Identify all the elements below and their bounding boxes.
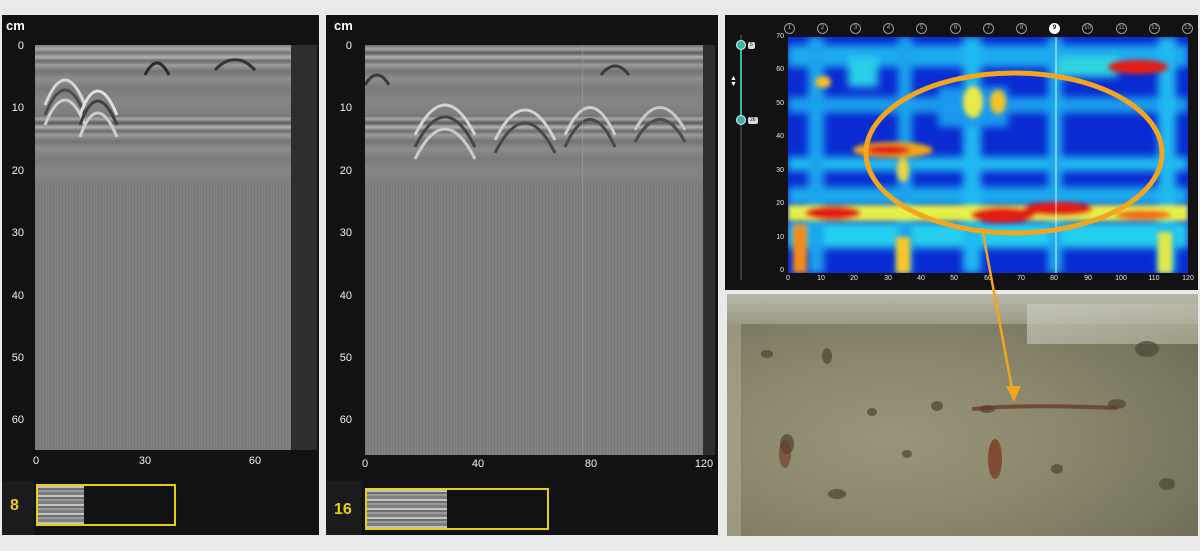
left-scan-panel: cm 0 10 20 30 40 50 60 0 30 60 [2,15,319,481]
heatmap-panel: 5 ▲ ▼ 26 1 2 3 4 5 6 7 8 9 10 11 12 13 70… [725,15,1198,290]
channel-9-button[interactable]: 9 [1049,23,1060,34]
channel-4-button[interactable]: 4 [883,23,894,34]
middle-radargram[interactable] [365,45,703,455]
left-scan-end-strip [291,45,317,450]
left-thumbnail-bar: 8 [2,481,319,535]
heatmap-plot[interactable] [788,37,1188,273]
heatmap-y-tick: 60 [776,66,784,73]
middle-thumbnail-bar: 16 [326,481,718,535]
left-scan-thumbnail[interactable] [36,484,176,526]
left-x-tick: 60 [248,455,262,467]
wall-photo [727,294,1198,536]
heatmap-x-tick: 60 [984,275,992,282]
heatmap-x-tick: 110 [1148,275,1160,282]
channel-3-button[interactable]: 3 [850,23,861,34]
middle-y-tick: 20 [339,165,352,177]
middle-y-tick: 50 [339,352,352,364]
heatmap-x-tick: 40 [917,275,925,282]
middle-y-tick: 10 [339,102,352,114]
left-scan-number: 8 [10,497,19,514]
left-y-tick: 30 [11,227,24,239]
heatmap-x-tick: 100 [1115,275,1127,282]
middle-y-tick: 60 [339,414,352,426]
heatmap-y-tick: 10 [776,234,784,241]
middle-x-tick: 120 [694,458,714,470]
depth-slider-arrows-icon[interactable]: ▲ ▼ [730,75,737,88]
middle-x-tick: 40 [471,458,485,470]
channel-11-button[interactable]: 11 [1116,23,1127,34]
left-x-tick: 30 [138,455,152,467]
channel-8-button[interactable]: 8 [1016,23,1027,34]
middle-y-tick: 30 [339,227,352,239]
channel-selector-row: 1 2 3 4 5 6 7 8 9 10 11 12 13 [725,15,1198,35]
middle-y-tick: 40 [339,290,352,302]
heatmap-y-tick: 0 [780,267,784,274]
middle-scan-end-strip [703,45,715,455]
heatmap-y-tick: 70 [776,33,784,40]
middle-scan-thumbnail[interactable] [365,488,549,530]
middle-x-tick: 80 [584,458,598,470]
channel-6-button[interactable]: 6 [950,23,961,34]
heatmap-y-tick: 20 [776,200,784,207]
depth-slider-range [740,45,742,120]
channel-1-button[interactable]: 1 [784,23,795,34]
depth-slider-top-value: 5 [748,42,755,49]
channel-10-button[interactable]: 10 [1082,23,1093,34]
channel-13-button[interactable]: 13 [1182,23,1193,34]
channel-12-button[interactable]: 12 [1149,23,1160,34]
left-y-tick: 0 [17,40,24,52]
heatmap-x-tick: 120 [1182,275,1194,282]
heatmap-x-tick: 30 [884,275,892,282]
depth-slider-bottom-value: 26 [748,117,758,124]
middle-x-tick: 0 [361,458,369,470]
middle-scan-panel: cm 0 10 20 30 40 50 60 0 40 80 120 [326,15,718,481]
heatmap-x-tick: 20 [850,275,858,282]
heatmap-y-tick: 30 [776,167,784,174]
left-depth-unit: cm [6,18,25,33]
channel-5-button[interactable]: 5 [916,23,927,34]
left-x-tick: 0 [32,455,40,467]
heatmap-x-tick: 50 [950,275,958,282]
left-radargram[interactable] [35,45,291,450]
heatmap-x-tick: 0 [786,275,790,282]
heatmap-y-tick: 40 [776,133,784,140]
left-y-tick: 10 [11,102,24,114]
depth-slider-top-handle[interactable] [736,40,746,50]
left-y-tick: 40 [11,290,24,302]
left-y-tick: 50 [11,352,24,364]
middle-scan-number: 16 [334,501,352,518]
middle-depth-unit: cm [334,18,353,33]
depth-slider-bottom-handle[interactable] [736,115,746,125]
heatmap-x-tick: 10 [817,275,825,282]
heatmap-y-tick: 50 [776,100,784,107]
channel-7-button[interactable]: 7 [983,23,994,34]
left-y-tick: 60 [11,414,24,426]
heatmap-x-tick: 90 [1084,275,1092,282]
heatmap-x-tick: 80 [1050,275,1058,282]
channel-2-button[interactable]: 2 [817,23,828,34]
middle-y-tick: 0 [345,40,352,52]
heatmap-x-tick: 70 [1017,275,1025,282]
left-y-tick: 20 [11,165,24,177]
